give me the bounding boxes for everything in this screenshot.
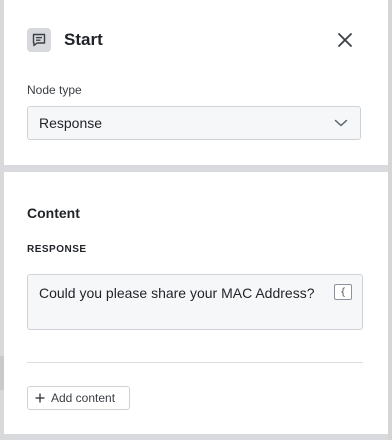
insert-variable-button[interactable]: { bbox=[334, 284, 352, 300]
response-label: RESPONSE bbox=[27, 244, 87, 255]
panel-scrollbar[interactable] bbox=[388, 0, 392, 440]
close-button[interactable] bbox=[332, 27, 358, 53]
panel-title: Start bbox=[64, 30, 103, 49]
node-settings-panel: Start Node type Response bbox=[4, 0, 388, 165]
chevron-down-icon bbox=[334, 119, 348, 127]
add-content-button[interactable]: Add content bbox=[27, 386, 130, 410]
content-separator bbox=[27, 362, 363, 363]
section-divider bbox=[4, 165, 388, 172]
node-type-value: Response bbox=[39, 115, 103, 131]
node-type-label: Node type bbox=[27, 83, 82, 97]
close-icon bbox=[338, 33, 352, 47]
chat-icon bbox=[27, 28, 51, 52]
response-textarea[interactable]: Could you please share your MAC Address? bbox=[27, 274, 363, 330]
add-content-label: Add content bbox=[51, 391, 116, 405]
content-section: Content RESPONSE Could you please share … bbox=[4, 172, 388, 434]
content-heading: Content bbox=[27, 205, 80, 221]
panel-bottom-edge bbox=[4, 434, 388, 440]
plus-icon bbox=[35, 393, 45, 403]
node-editor-page: Start Node type Response Content RESPONS… bbox=[0, 0, 392, 440]
node-type-select[interactable]: Response bbox=[27, 106, 361, 140]
